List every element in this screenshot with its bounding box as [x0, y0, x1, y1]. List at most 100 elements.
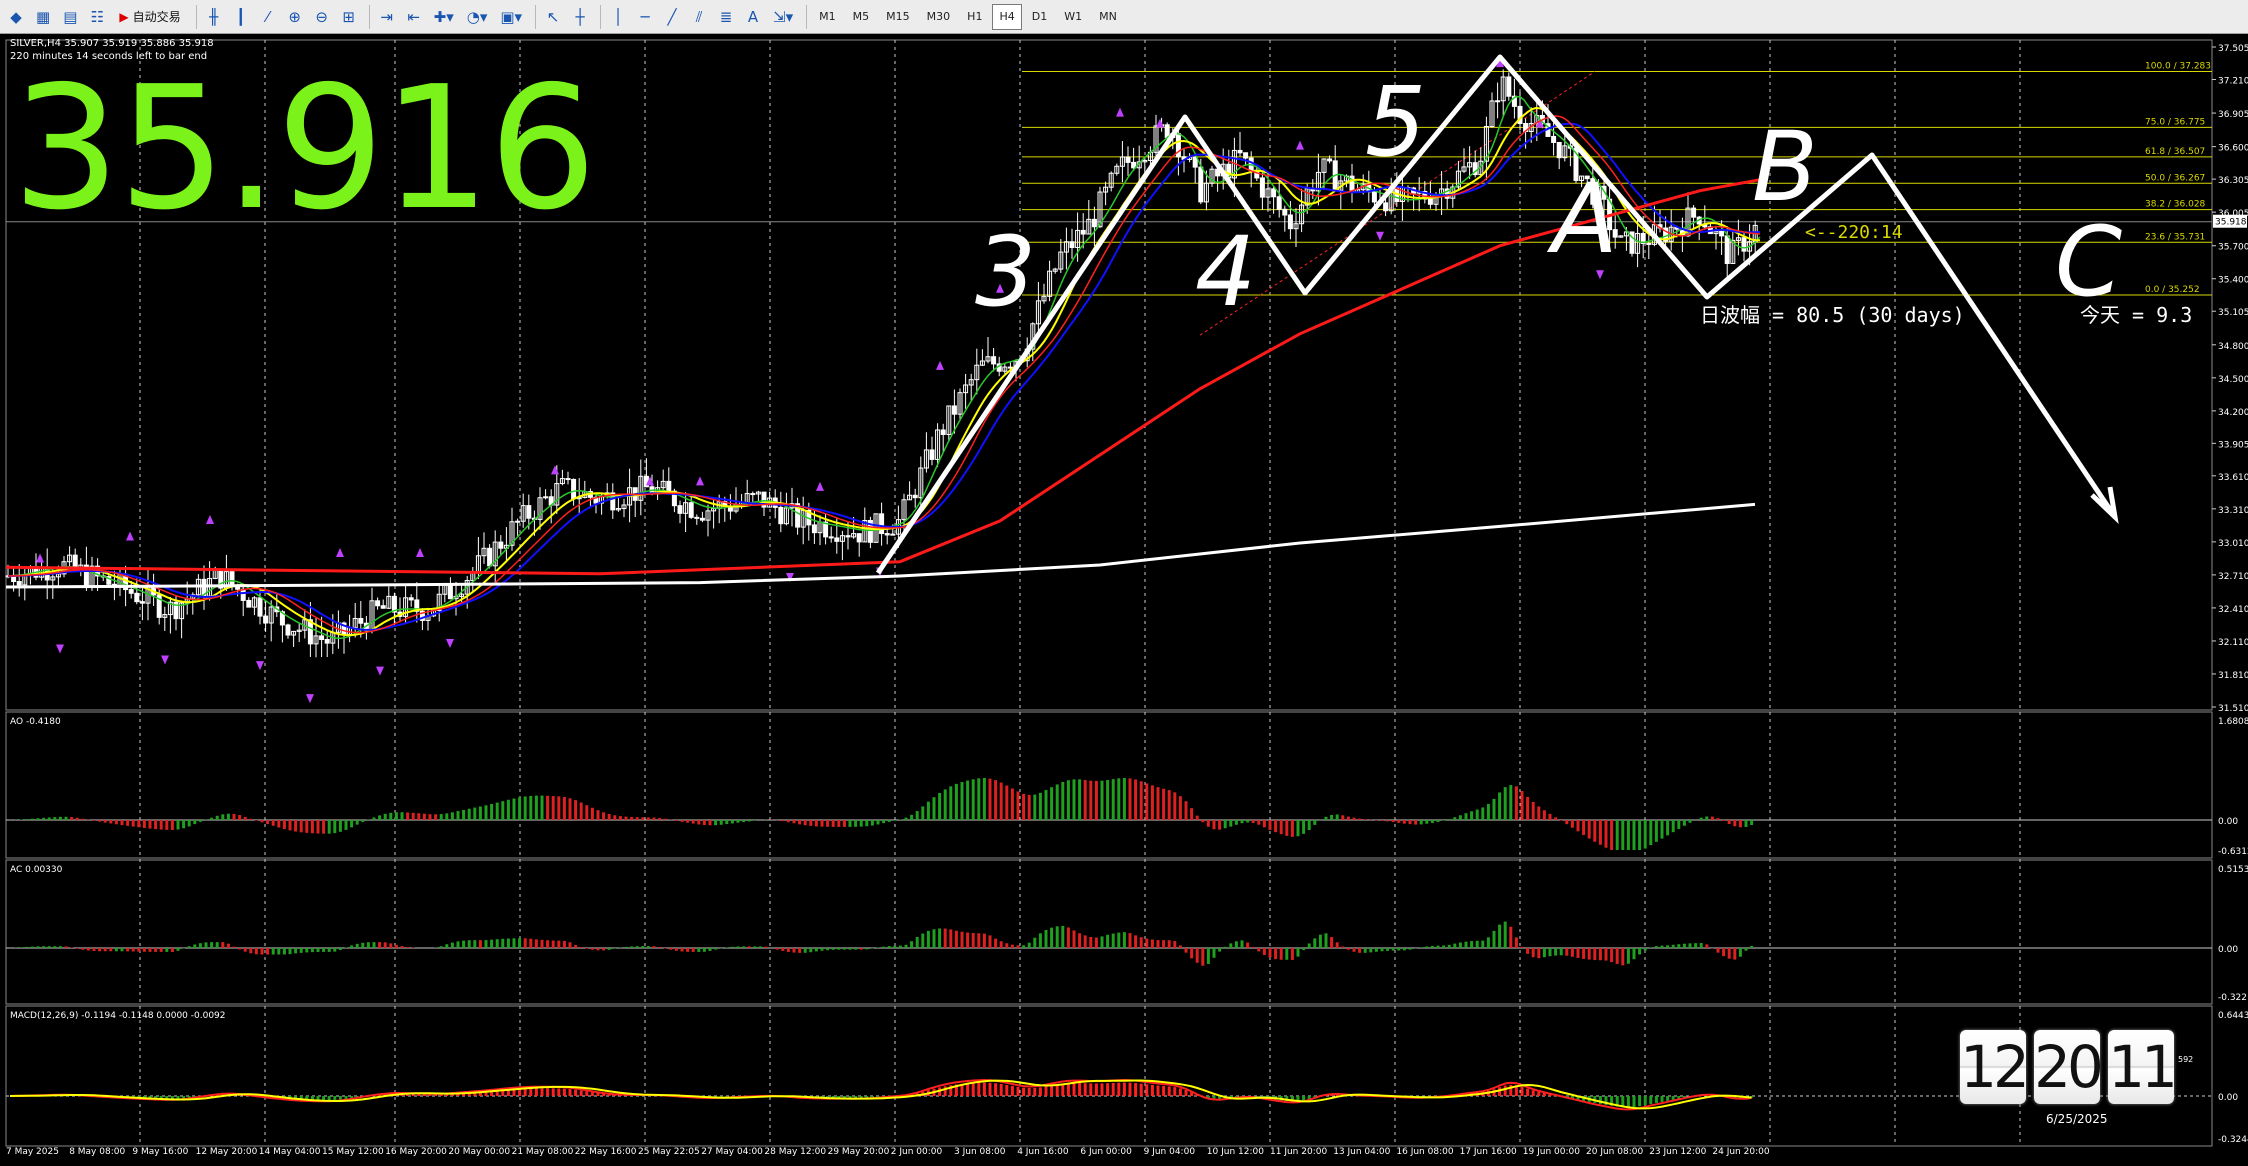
- candle-body: [565, 478, 571, 481]
- macd-signal-line: [9, 1079, 1752, 1110]
- line-chart-icon[interactable]: ⁄: [256, 4, 280, 30]
- crosshair-icon[interactable]: ┼: [568, 4, 592, 30]
- timeframe-mn[interactable]: MN: [1092, 4, 1124, 30]
- navigator-icon[interactable]: ☷: [85, 4, 109, 30]
- price-axis-label: 35.400: [2218, 276, 2248, 286]
- candle-body: [699, 517, 705, 521]
- fractal-arrow: [1296, 140, 1304, 150]
- trendline-icon[interactable]: ╱: [660, 4, 684, 30]
- timeframe-m5[interactable]: M5: [846, 4, 877, 30]
- price-axis-label: 31.510: [2218, 704, 2248, 714]
- wave-label: 3: [975, 216, 1036, 328]
- candle-body: [1276, 196, 1282, 210]
- timeframe-d1[interactable]: D1: [1025, 4, 1054, 30]
- timeframe-m15[interactable]: M15: [879, 4, 917, 30]
- candle-body: [229, 571, 235, 586]
- ac-scale-zero: 0.00: [2218, 945, 2238, 955]
- price-axis-label: 37.505: [2218, 44, 2248, 54]
- wave-label: B: [1752, 111, 1818, 223]
- fibonacci-icon[interactable]: ≣: [714, 4, 738, 30]
- today-range-text: 今天 = 9.3: [2080, 303, 2192, 327]
- wave-label: 4: [1195, 216, 1256, 328]
- candle-body: [694, 516, 700, 519]
- candle-body: [1164, 124, 1170, 138]
- zoom-in-icon[interactable]: ⊕: [283, 4, 307, 30]
- candle-body: [1556, 141, 1562, 159]
- auto-trading-button[interactable]: ▶ 自动交易: [112, 4, 187, 30]
- profiles-icon[interactable]: ▦: [31, 4, 55, 30]
- templates-icon[interactable]: ▣▾: [495, 4, 527, 30]
- price-axis-label: 31.810: [2218, 671, 2248, 681]
- time-axis: 7 May 2025 8 May 08:00 9 May 16:00 12 May 2…: [6, 1147, 1770, 1157]
- auto-trade-label: 自动交易: [132, 10, 181, 24]
- timeframe-m1[interactable]: M1: [812, 4, 843, 30]
- periods-icon[interactable]: ◔▾: [462, 4, 493, 30]
- candle-body: [1327, 158, 1333, 162]
- ao-scale-top: 1.6808: [2218, 717, 2248, 727]
- candle-body: [1724, 235, 1730, 264]
- main-toolbar: ◆ ▦ ▤ ☷ ▶ 自动交易 ╫ ┃ ⁄ ⊕ ⊖ ⊞ ⇥ ⇤ ✚▾ ◔▾ ▣▾ ↖…: [0, 0, 2248, 34]
- price-axis-label: 34.800: [2218, 342, 2248, 352]
- candle-body: [1259, 177, 1265, 198]
- chart-shift-icon[interactable]: ⇤: [402, 4, 426, 30]
- candle-body: [375, 600, 381, 607]
- ao-indicator-label: AO -0.4180: [10, 717, 61, 727]
- arrows-icon[interactable]: ⇲▾: [768, 4, 798, 30]
- timeframe-w1[interactable]: W1: [1057, 4, 1089, 30]
- wave-label: 5: [1365, 66, 1426, 178]
- market-watch-icon[interactable]: ▤: [58, 4, 82, 30]
- fractal-arrow: [376, 666, 384, 676]
- ac-indicator-label: AC 0.00330: [10, 865, 63, 875]
- indicators-icon[interactable]: ✚▾: [429, 4, 459, 30]
- candle-body: [828, 536, 834, 539]
- zoom-out-icon[interactable]: ⊖: [310, 4, 334, 30]
- toolbar-separator: [806, 4, 808, 29]
- toolbar-separator: [600, 4, 602, 29]
- candle-body: [1271, 188, 1277, 198]
- fib-level-label: 38.2 / 36.028: [2145, 200, 2206, 210]
- candle-body: [1282, 208, 1288, 216]
- candle-body: [912, 494, 918, 499]
- bar-chart-icon[interactable]: ╫: [202, 4, 226, 30]
- candle-body: [890, 533, 896, 536]
- big-price: 35.916: [12, 50, 597, 248]
- vertical-line-icon[interactable]: │: [606, 4, 630, 30]
- candle-body: [1192, 156, 1198, 168]
- candlestick-icon[interactable]: ┃: [229, 4, 253, 30]
- candle-body: [128, 589, 134, 594]
- time-axis-label: 3 Jun 08:00: [954, 1147, 1006, 1157]
- time-axis-label: 8 May 08:00: [69, 1147, 125, 1157]
- fib-level-label: 100.0 / 37.283: [2145, 61, 2211, 71]
- time-axis-label: 19 Jun 00:00: [1523, 1147, 1580, 1157]
- candle-body: [543, 496, 549, 499]
- fractal-arrow: [1376, 231, 1384, 241]
- time-axis-label: 9 Jun 04:00: [1144, 1147, 1196, 1157]
- macd-scale-zero: 0.00: [2218, 1093, 2238, 1103]
- text-icon[interactable]: A: [741, 4, 765, 30]
- candle-body: [778, 506, 784, 525]
- timeframe-h1[interactable]: H1: [960, 4, 989, 30]
- flip-clock: 12 20 11 592: [1960, 1030, 2193, 1104]
- candle-body: [263, 615, 269, 624]
- timeframe-h4[interactable]: H4: [992, 3, 1022, 30]
- fractal-arrow: [936, 360, 944, 370]
- candle-body: [1506, 76, 1512, 97]
- candle-body: [1371, 191, 1377, 203]
- price-axis-label: 37.210: [2218, 76, 2248, 86]
- candle-body: [380, 605, 386, 609]
- candle-body: [666, 480, 672, 492]
- cursor-icon[interactable]: ↖: [541, 4, 565, 30]
- price-axis-label: 35.105: [2218, 308, 2248, 318]
- channel-icon[interactable]: ⫽: [687, 4, 711, 30]
- candle-body: [884, 533, 890, 536]
- timeframe-buttons: M1 M5 M15 M30 H1 H4 D1 W1 MN: [812, 3, 1127, 30]
- fractal-arrow: [206, 514, 214, 524]
- new-order-icon[interactable]: ◆: [4, 4, 28, 30]
- candle-body: [1719, 230, 1725, 237]
- tile-windows-icon[interactable]: ⊞: [337, 4, 361, 30]
- time-axis-label: 22 May 16:00: [575, 1147, 637, 1157]
- timeframe-m30[interactable]: M30: [920, 4, 958, 30]
- horizontal-line-icon[interactable]: ─: [633, 4, 657, 30]
- autoscroll-icon[interactable]: ⇥: [375, 4, 399, 30]
- time-axis-label: 12 May 20:00: [196, 1147, 258, 1157]
